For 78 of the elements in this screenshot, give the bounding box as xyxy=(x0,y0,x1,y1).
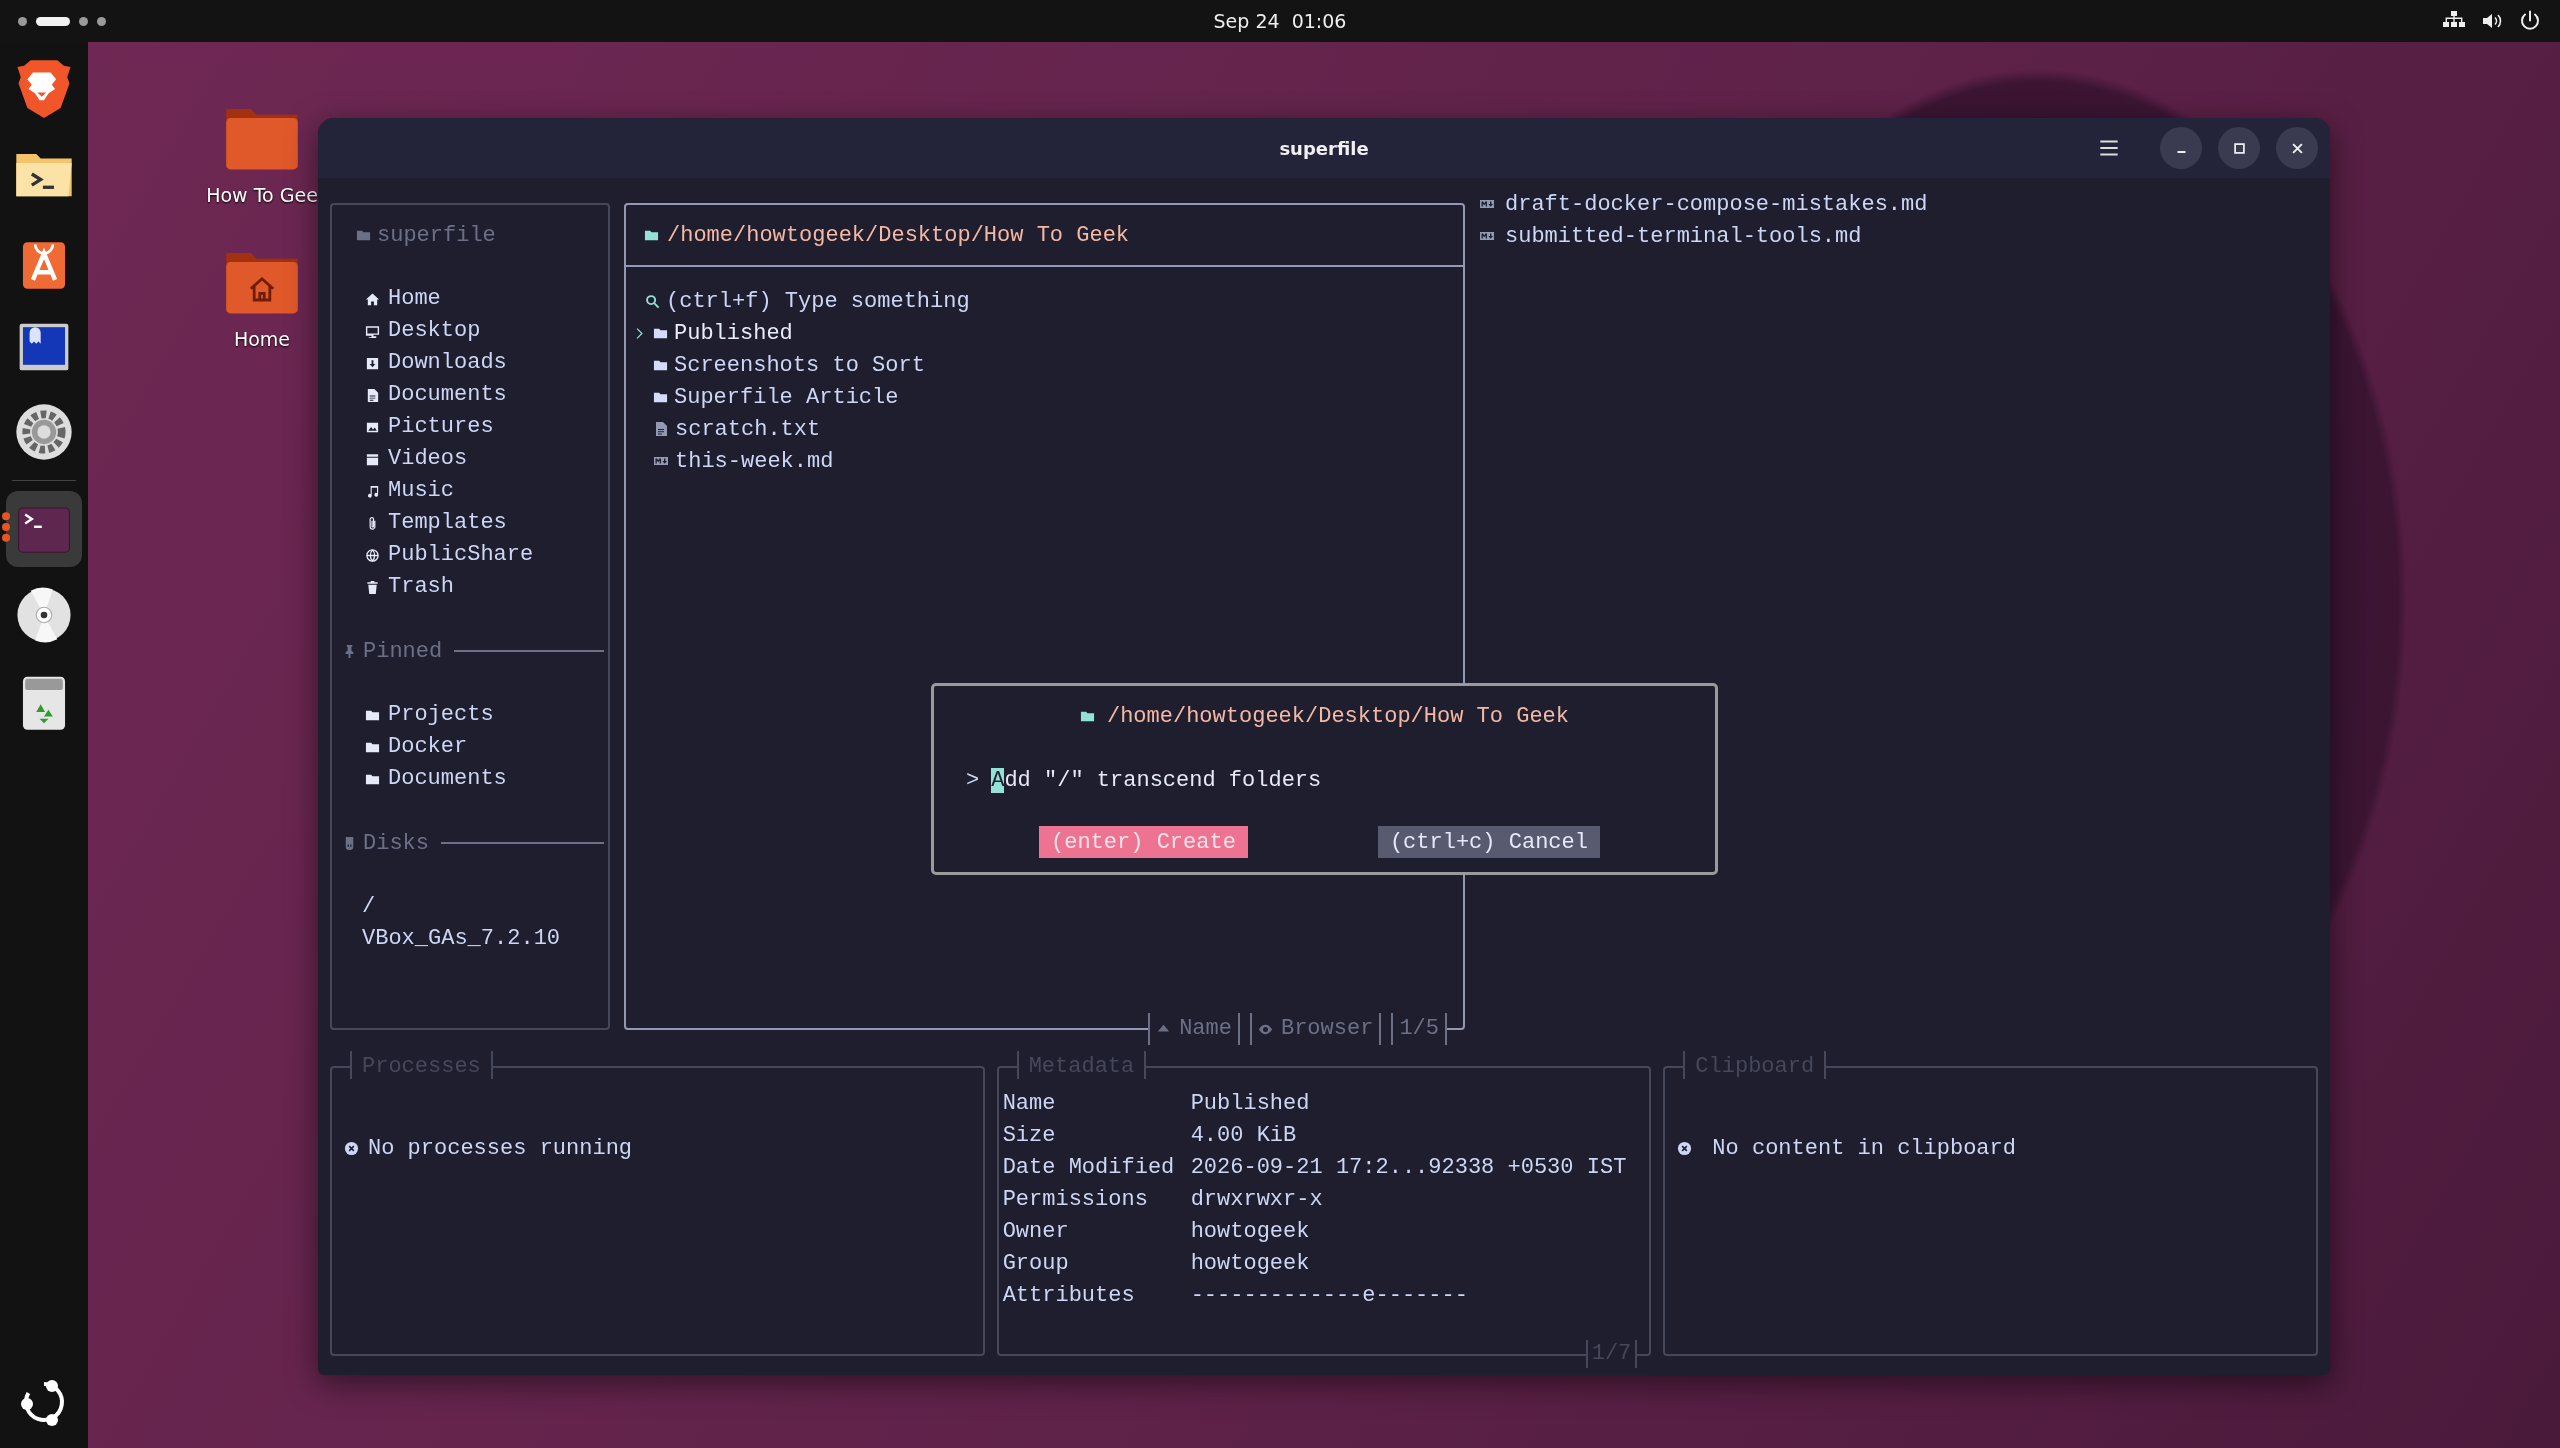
desktop-icon-label[interactable]: Home xyxy=(233,328,291,350)
file-item[interactable]: Published xyxy=(674,320,793,346)
metadata-label: Permissions xyxy=(1002,1186,1149,1214)
metadata-label: Owner xyxy=(1002,1218,1070,1246)
sidebar-item[interactable]: Trash xyxy=(388,571,454,603)
sidebar-item[interactable]: Documents xyxy=(388,379,507,411)
trash-icon xyxy=(365,579,380,595)
metadata-value: Published xyxy=(1190,1090,1311,1118)
sidebar-item[interactable]: Templates xyxy=(388,507,507,539)
section-heading: Pinned xyxy=(363,638,443,664)
sidebar-item[interactable]: PublicShare xyxy=(388,539,534,571)
empty-message: No content in clipboard xyxy=(1712,1135,2016,1161)
sidebar-item[interactable]: Music xyxy=(388,475,454,507)
sidebar-item[interactable]: Desktop xyxy=(388,315,481,347)
metadata-value: -------------e------- xyxy=(1190,1282,1469,1310)
file-item[interactable]: scratch.txt xyxy=(675,416,821,442)
preview-file: submitted-terminal-tools.md xyxy=(1505,223,1862,249)
sidebar-item[interactable]: Docker xyxy=(388,731,468,763)
sidebar-item[interactable]: Projects xyxy=(388,699,494,731)
metadata-label: Size xyxy=(1002,1122,1057,1150)
sidebar-item[interactable]: Videos xyxy=(388,443,468,475)
search-icon xyxy=(645,293,660,309)
clapperboard-icon xyxy=(365,451,380,467)
metadata-value: 2026-09-21 17:2...92338 +0530 IST xyxy=(1190,1154,1628,1182)
document-icon xyxy=(365,387,380,403)
metadata-label: Group xyxy=(1002,1250,1070,1278)
file-item[interactable]: Superfile Article xyxy=(674,384,899,410)
workspace-indicator[interactable] xyxy=(18,16,27,26)
close-icon xyxy=(2291,142,2303,154)
desktop-icon-label[interactable]: How To Gee xyxy=(206,184,318,206)
metadata-label: Attributes xyxy=(1002,1282,1136,1310)
error-icon xyxy=(1677,1140,1693,1156)
sidebar-title: superfile xyxy=(377,222,496,248)
window-title: superfile xyxy=(1279,137,1369,159)
close-button[interactable] xyxy=(2276,127,2318,169)
sidebar-item[interactable]: Pictures xyxy=(388,411,494,443)
sort-label: Name xyxy=(1179,1015,1232,1043)
empty-message: No processes running xyxy=(368,1135,633,1161)
metadata-label: Name xyxy=(1002,1090,1057,1118)
clock[interactable]: Sep 24 01:06 xyxy=(1213,10,1347,32)
disk-item[interactable]: / xyxy=(362,891,376,923)
metadata-label: Date Modified xyxy=(1002,1154,1176,1182)
metadata-value: howtogeek xyxy=(1190,1250,1311,1278)
music-note-icon xyxy=(365,483,380,499)
preview-file: draft-docker-compose-mistakes.md xyxy=(1505,191,1928,217)
workspace-indicator[interactable] xyxy=(36,16,70,26)
maximize-button[interactable] xyxy=(2218,127,2260,169)
sidebar-item[interactable]: Documents xyxy=(388,763,507,795)
monitor-icon xyxy=(365,323,380,339)
section-heading: Disks xyxy=(363,830,429,856)
file-item[interactable]: this-week.md xyxy=(675,448,834,474)
download-icon xyxy=(365,355,380,371)
disk-item[interactable]: VBox_GAs_7.2.10 xyxy=(362,923,561,955)
text-file-icon xyxy=(653,421,669,437)
sidebar-item[interactable]: Home xyxy=(388,283,441,315)
gear-icon[interactable] xyxy=(13,401,75,463)
workspace-indicator[interactable] xyxy=(79,16,88,26)
search-field[interactable]: (ctrl+f) Type something xyxy=(666,288,1066,314)
path-label: /home/howtogeek/Desktop/How To Geek xyxy=(1106,703,1570,729)
maximize-icon xyxy=(2233,142,2245,154)
path-label: /home/howtogeek/Desktop/How To Geek xyxy=(667,222,1130,248)
running-indicator-icon xyxy=(2,511,10,543)
globe-icon xyxy=(365,547,380,563)
mode-label: Browser xyxy=(1280,1015,1374,1043)
item-counter: 1/5 xyxy=(1399,1015,1439,1043)
input-field[interactable]: Add "/" transcend folders xyxy=(991,767,1322,793)
power-icon[interactable] xyxy=(2518,9,2542,33)
minimize-icon xyxy=(2175,151,2187,153)
metadata-value: howtogeek xyxy=(1190,1218,1311,1246)
metadata-value: 4.00 KiB xyxy=(1190,1122,1298,1150)
metadata-value: drwxrwxr-x xyxy=(1190,1186,1324,1214)
cancel-button[interactable]: (ctrl+c) Cancel xyxy=(1377,826,1600,858)
file-item[interactable]: Screenshots to Sort xyxy=(674,352,925,378)
home-icon xyxy=(365,291,380,307)
prompt-marker: > xyxy=(966,767,980,793)
error-icon xyxy=(344,1140,359,1156)
sidebar-item[interactable]: Downloads xyxy=(388,347,507,379)
workspace-indicator[interactable] xyxy=(97,16,106,26)
